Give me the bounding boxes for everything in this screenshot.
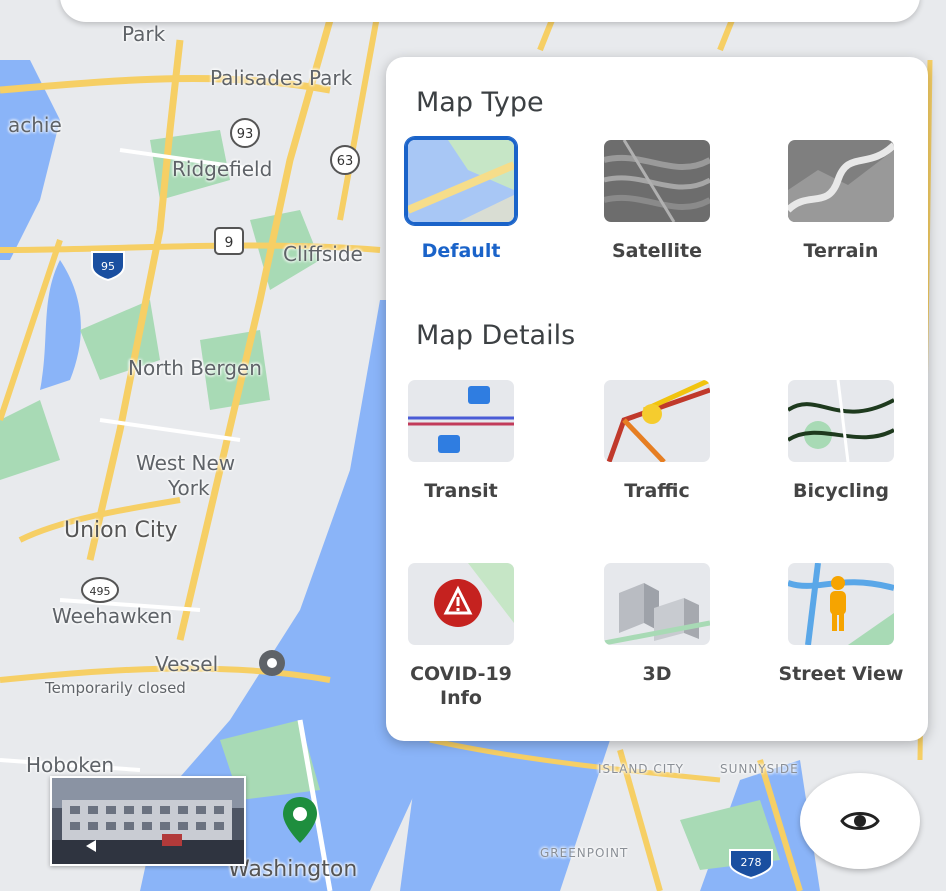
- my-location-button[interactable]: [800, 773, 920, 869]
- map-label-sunnyside: SUNNYSIDE: [720, 762, 799, 776]
- 3d-buildings-icon: [601, 560, 713, 648]
- map-type-title: Map Type: [416, 87, 544, 118]
- svg-text:95: 95: [101, 260, 115, 273]
- map-label-north-bergen: North Bergen: [128, 356, 262, 380]
- map-label-temporarily-closed: Temporarily closed: [45, 679, 186, 697]
- place-pin-icon[interactable]: [283, 797, 317, 848]
- transit-label: Transit: [424, 480, 498, 502]
- covid-warning-icon: [405, 560, 517, 648]
- map-type-terrain[interactable]: Terrain: [766, 137, 916, 263]
- street-view-label: Street View: [778, 663, 904, 685]
- street-photo-image: [52, 778, 244, 864]
- map-detail-3d[interactable]: 3D: [582, 560, 732, 686]
- map-detail-traffic[interactable]: Traffic: [582, 377, 732, 503]
- map-label-vessel: Vessel: [155, 652, 219, 676]
- route-shield-9: 9: [214, 227, 244, 255]
- map-label-hoboken: Hoboken: [26, 753, 115, 777]
- transit-icon: [405, 377, 517, 465]
- eye-location-icon: [840, 812, 880, 830]
- terrain-map-icon: [785, 137, 897, 225]
- map-type-default[interactable]: Default: [386, 137, 536, 263]
- traffic-icon: [601, 377, 713, 465]
- map-label-island-city: ISLAND CITY: [598, 762, 684, 776]
- map-details-title: Map Details: [416, 320, 576, 351]
- route-shield-495: 495: [81, 577, 119, 603]
- map-label-achie: achie: [8, 113, 62, 137]
- map-detail-bicycling[interactable]: Bicycling: [766, 377, 916, 503]
- route-shield-95: 95: [91, 251, 125, 282]
- map-label-west-new-york-1: West New: [136, 451, 236, 475]
- map-label-ridgefield: Ridgefield: [172, 157, 273, 181]
- svg-text:63: 63: [337, 154, 354, 169]
- map-label-cliffside: Cliffside: [283, 242, 363, 266]
- map-label-park: Park: [122, 22, 166, 46]
- map-detail-covid19-info[interactable]: COVID-19 Info: [386, 560, 536, 710]
- svg-text:93: 93: [237, 127, 254, 142]
- bicycling-icon: [785, 377, 897, 465]
- map-detail-street-view[interactable]: Street View: [766, 560, 916, 686]
- map-label-palisades-park: Palisades Park: [210, 66, 353, 90]
- satellite-map-icon: [601, 137, 713, 225]
- map-label-weehawken: Weehawken: [52, 604, 173, 628]
- search-bar[interactable]: [60, 0, 920, 22]
- default-map-icon: [405, 137, 517, 225]
- 3d-label: 3D: [642, 663, 672, 685]
- map-label-washington: Washington: [228, 857, 358, 882]
- traffic-label: Traffic: [624, 480, 690, 502]
- vessel-marker-icon: [259, 650, 285, 676]
- satellite-label: Satellite: [612, 240, 702, 262]
- route-shield-93: 93: [230, 118, 260, 148]
- bicycling-label: Bicycling: [792, 480, 890, 502]
- map-type-satellite[interactable]: Satellite: [582, 137, 732, 263]
- map-detail-transit[interactable]: Transit: [386, 377, 536, 503]
- svg-text:9: 9: [225, 235, 234, 251]
- covid19-info-label: COVID-19 Info: [410, 663, 512, 709]
- route-shield-63: 63: [330, 145, 360, 175]
- map-label-greenpoint: GREENPOINT: [540, 846, 629, 860]
- svg-text:495: 495: [90, 585, 111, 598]
- street-view-thumbnail[interactable]: [50, 776, 246, 866]
- svg-text:278: 278: [741, 856, 762, 869]
- map-layers-panel: Map Type Default Satellite Terrain Map D…: [386, 57, 928, 741]
- pegman-icon: [785, 560, 897, 648]
- terrain-label: Terrain: [803, 240, 879, 262]
- map-label-west-new-york-2: York: [168, 476, 210, 500]
- map-label-union-city: Union City: [64, 518, 178, 543]
- default-label: Default: [421, 240, 501, 262]
